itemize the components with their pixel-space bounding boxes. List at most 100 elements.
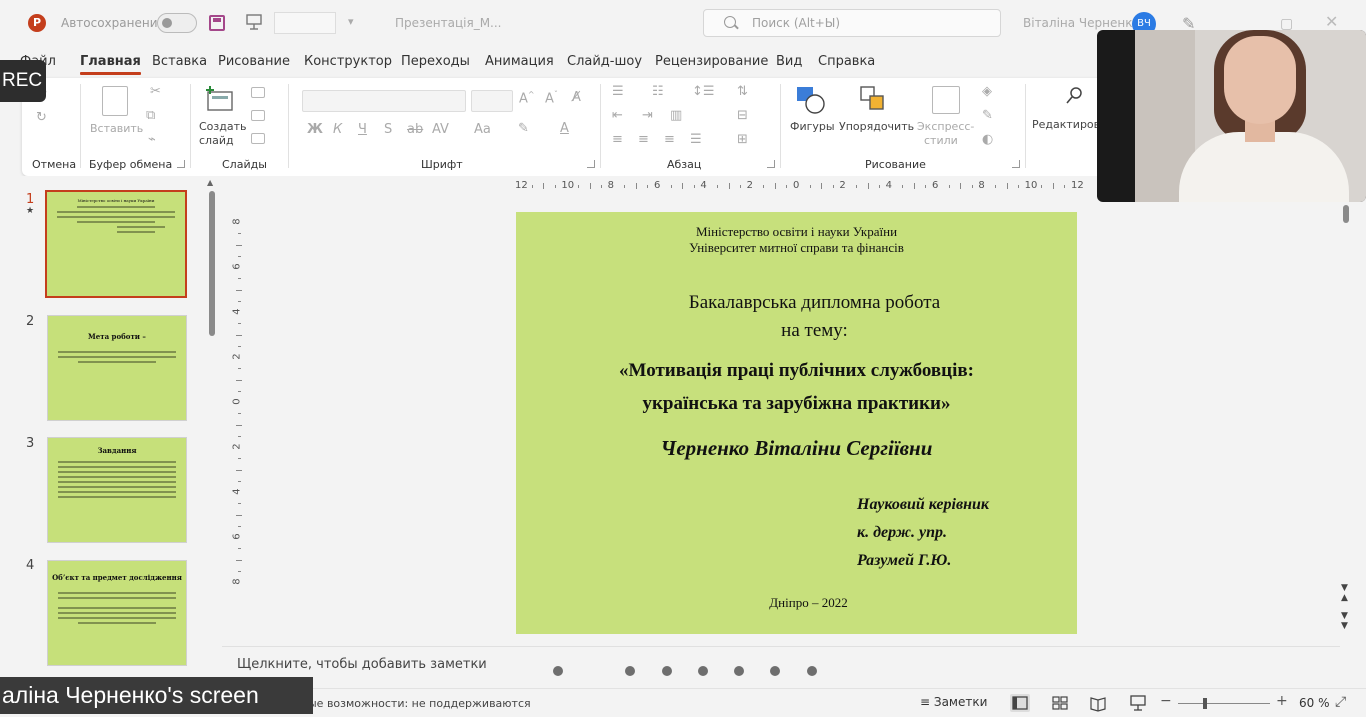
increase-indent-icon[interactable]: ⇥ [642,108,653,123]
zoom-in-icon[interactable]: + [1276,693,1288,709]
align-text-icon[interactable]: ⊟ [737,108,748,123]
italic-button[interactable]: К [333,122,342,137]
zoom-out-icon[interactable]: − [1160,693,1172,709]
editor-scrollbar-thumb[interactable] [1343,205,1349,223]
current-slide[interactable]: Міністерство освіти і науки України Унів… [516,212,1077,634]
arrange-button[interactable]: Упорядочить [839,120,914,133]
fit-to-window-icon[interactable]: ⤢ [1335,694,1346,710]
smartart-icon[interactable]: ⊞ [737,132,748,147]
shape-outline-icon[interactable]: ✎ [982,108,993,123]
find-icon[interactable] [1066,86,1084,106]
reading-view-icon[interactable] [1088,694,1108,712]
thumbnail-scrollbar-thumb[interactable] [209,191,215,336]
align-center-icon[interactable]: ≡ [638,132,649,147]
numbering-icon[interactable]: ☷ [652,84,664,99]
tab-home[interactable]: Главная [80,54,141,75]
paste-icon[interactable] [102,86,128,116]
close-icon[interactable]: ✕ [1325,12,1338,31]
highlight-icon[interactable]: ✎ [518,121,529,136]
slide-topic-line-2[interactable]: українська та зарубіжна практики» [516,393,1077,415]
strikethrough-button[interactable]: ab [407,122,423,137]
zoom-level[interactable]: 60 % [1299,696,1330,710]
slide-supervisor-name[interactable]: Разумей Г.Ю. [857,552,951,570]
document-title[interactable]: Презентація_М... [395,16,502,30]
accessibility-status[interactable]: ые возможности: не поддерживаются [308,697,531,710]
paste-button[interactable]: Вставить [90,122,143,135]
tab-draw[interactable]: Рисование [218,54,290,69]
notes-placeholder[interactable]: Щелкните, чтобы добавить заметки [237,657,487,672]
tab-review[interactable]: Рецензирование [655,54,768,69]
slide-supervisor-degree[interactable]: к. держ. упр. [857,524,947,542]
slide-thumbnail-4[interactable]: Об’єкт та предмет дослідження [48,561,186,665]
slide-author[interactable]: Черненко Віталіни Сергіївни [516,436,1077,461]
char-spacing-button[interactable]: AV [432,122,449,137]
decrease-indent-icon[interactable]: ⇤ [612,108,623,123]
notes-pane[interactable]: Щелкните, чтобы добавить заметки [222,646,1340,688]
scroll-up-icon[interactable]: ▲ [207,178,213,187]
increase-font-icon[interactable]: A^ [519,90,535,106]
tab-help[interactable]: Справка [818,54,875,69]
section-icon[interactable] [251,133,265,144]
slideshow-view-icon[interactable] [1128,694,1148,712]
new-slide-dropdown[interactable]: слайд [199,134,234,147]
slide-university-text[interactable]: Університет митної справи та фінансів [516,240,1077,256]
arrange-icon[interactable] [858,84,890,116]
editing-button[interactable]: Редактирова [1032,118,1107,131]
search-input[interactable]: Поиск (Alt+Ы) [703,9,1001,37]
underline-button[interactable]: Ч [358,122,367,137]
editor-scrollbar[interactable] [1340,200,1354,630]
slide-thumbnail-3[interactable]: Завдання [48,438,186,542]
slide-work-topic-label[interactable]: на тему: [534,320,1095,342]
font-family-select[interactable] [302,90,466,112]
normal-view-icon[interactable] [1010,694,1030,712]
account-name[interactable]: Віталіна Черненко [1023,16,1140,30]
line-spacing-icon[interactable]: ↕☰ [692,84,715,99]
bullets-icon[interactable]: ☰ [612,84,624,99]
tab-animations[interactable]: Анимация [485,54,554,69]
autosave-toggle[interactable] [157,13,197,33]
font-size-select[interactable] [471,90,513,112]
reset-icon[interactable] [251,110,265,121]
slide-work-type[interactable]: Бакалаврська дипломна робота [534,292,1095,314]
bold-button[interactable]: Ж [307,122,323,137]
quick-styles-button[interactable]: Экспресс- [917,120,974,133]
copy-icon[interactable]: ⧉ [146,108,155,123]
font-color-icon[interactable]: A [560,121,569,136]
tab-insert[interactable]: Вставка [152,54,207,69]
slide-supervisor-title[interactable]: Науковий керівник [857,496,989,514]
slide-city-year[interactable]: Дніпро – 2022 [528,595,1089,611]
align-left-icon[interactable]: ≡ [612,132,623,147]
new-slide-button[interactable]: Создать [199,120,247,133]
text-direction-icon[interactable]: ⇅ [737,84,748,99]
tab-design[interactable]: Конструктор [304,54,392,69]
format-painter-icon[interactable]: ⌁ [148,132,156,147]
shapes-button[interactable]: Фигуры [790,120,835,133]
slide-thumbnail-2[interactable]: Мета роботи – [48,316,186,420]
font-launcher-icon[interactable] [587,160,595,168]
quick-access-combo[interactable] [274,12,336,34]
present-from-start-icon[interactable] [245,13,263,31]
align-right-icon[interactable]: ≡ [664,132,675,147]
paragraph-launcher-icon[interactable] [767,160,775,168]
notes-button[interactable]: ≡ Заметки [920,695,987,709]
decrease-font-icon[interactable]: Aˇ [545,90,558,106]
zoom-slider-knob[interactable] [1203,698,1207,709]
slide-thumbnail-1[interactable]: Міністерство освіти і науки України [47,192,185,296]
quick-styles-dropdown[interactable]: стили [924,134,958,147]
tab-transitions[interactable]: Переходы [401,54,470,69]
drawing-launcher-icon[interactable] [1012,160,1020,168]
shadow-button[interactable]: S [384,122,392,137]
clear-format-icon[interactable]: A̸ [572,90,581,105]
tab-view[interactable]: Вид [776,54,802,69]
shapes-icon[interactable] [794,84,828,116]
clipboard-launcher-icon[interactable] [177,160,185,168]
new-slide-icon[interactable] [204,84,236,114]
columns-icon[interactable]: ▥ [670,108,682,123]
redo-icon[interactable]: ↻ [36,110,47,125]
zoom-slider[interactable] [1178,703,1270,704]
tab-slideshow[interactable]: Слайд-шоу [567,54,642,69]
slide-topic-line-1[interactable]: «Мотивація праці публічних службовців: [516,360,1077,382]
save-icon[interactable] [209,15,225,31]
change-case-button[interactable]: Aa [474,122,491,137]
quick-styles-icon[interactable] [932,86,960,114]
